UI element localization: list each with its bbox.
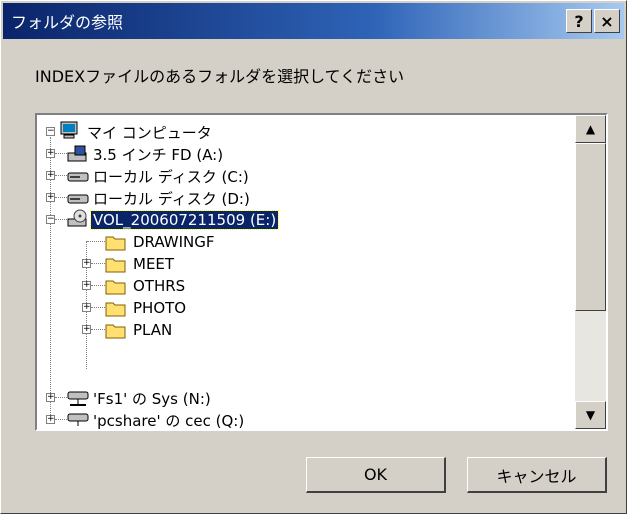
folder-icon	[105, 302, 126, 317]
expand-icon[interactable]: +	[46, 149, 55, 158]
collapse-icon[interactable]: −	[46, 215, 55, 224]
expand-icon[interactable]: +	[46, 193, 55, 202]
expand-icon[interactable]: +	[46, 171, 55, 180]
expand-icon[interactable]: +	[82, 281, 91, 290]
vertical-scrollbar[interactable]: ▲ ▼	[575, 115, 606, 429]
window-title: フォルダの参照	[11, 13, 124, 32]
folder-icon	[105, 258, 126, 273]
tree-connector	[55, 175, 67, 176]
folder-icon	[105, 236, 126, 251]
network-drive-icon	[67, 413, 89, 426]
tree-connector	[55, 197, 67, 198]
expand-icon[interactable]: +	[82, 259, 91, 268]
tree-item-label: PLAN	[133, 321, 173, 339]
tree-item-label: DRAWINGF	[133, 233, 215, 251]
expand-icon[interactable]: +	[82, 303, 91, 312]
tree-connector	[87, 241, 105, 242]
tree-item-label: ローカル ディスク (C:)	[93, 167, 249, 186]
tree-item-label: 3.5 インチ FD (A:)	[93, 145, 224, 164]
tree-item-label: 'pcshare' の cec (Q:)	[93, 411, 245, 430]
cd-drive-icon	[67, 209, 87, 227]
collapse-icon[interactable]: −	[46, 127, 55, 136]
tree-connector	[55, 419, 67, 420]
hard-drive-icon	[67, 172, 89, 182]
expand-icon[interactable]: +	[46, 415, 55, 424]
computer-icon	[60, 121, 78, 139]
tree-item-label: MEET	[133, 255, 175, 273]
scroll-up-icon[interactable]: ▲	[575, 115, 606, 143]
tree-item-label: OTHRS	[133, 277, 186, 295]
ok-button[interactable]: OK	[306, 457, 446, 493]
tree-item-label: VOL_200607211509 (E:)	[89, 210, 280, 230]
floppy-drive-icon	[67, 145, 87, 162]
instruction-text: INDEXファイルのあるフォルダを選択してください	[35, 67, 405, 86]
hard-drive-icon	[67, 194, 89, 204]
browse-folder-dialog: フォルダの参照 ? × INDEXファイルのあるフォルダを選択してください − …	[0, 0, 627, 514]
expand-icon[interactable]: +	[82, 325, 91, 334]
folder-icon	[105, 280, 126, 295]
tree-item-label: ローカル ディスク (D:)	[93, 189, 250, 208]
title-bar[interactable]: フォルダの参照 ? ×	[3, 3, 624, 39]
network-drive-icon	[67, 391, 89, 406]
tree-item-label: PHOTO	[133, 299, 187, 317]
title-buttons: ? ×	[566, 9, 620, 33]
tree-connector	[55, 219, 67, 220]
tree-connector	[55, 397, 67, 398]
close-button[interactable]: ×	[594, 9, 620, 33]
cancel-button[interactable]: キャンセル	[467, 457, 607, 493]
tree-connector	[91, 263, 105, 264]
tree-item-label: 'Fs1' の Sys (N:)	[93, 389, 211, 408]
scroll-down-icon[interactable]: ▼	[575, 401, 606, 429]
tree-item-label: マイ コンピュータ	[87, 123, 212, 142]
tree-viewport: − マイ コンピュータ + 3.5 インチ FD (A:) + ローカル ディス…	[37, 115, 575, 429]
help-button[interactable]: ?	[566, 9, 592, 33]
folder-tree[interactable]: − マイ コンピュータ + 3.5 インチ FD (A:) + ローカル ディス…	[35, 113, 608, 431]
tree-connector	[55, 153, 67, 154]
tree-connector	[91, 285, 105, 286]
tree-connector	[91, 307, 105, 308]
scrollbar-thumb[interactable]	[575, 143, 606, 311]
expand-icon[interactable]: +	[46, 393, 55, 402]
tree-connector	[91, 329, 105, 330]
folder-icon	[105, 324, 126, 339]
